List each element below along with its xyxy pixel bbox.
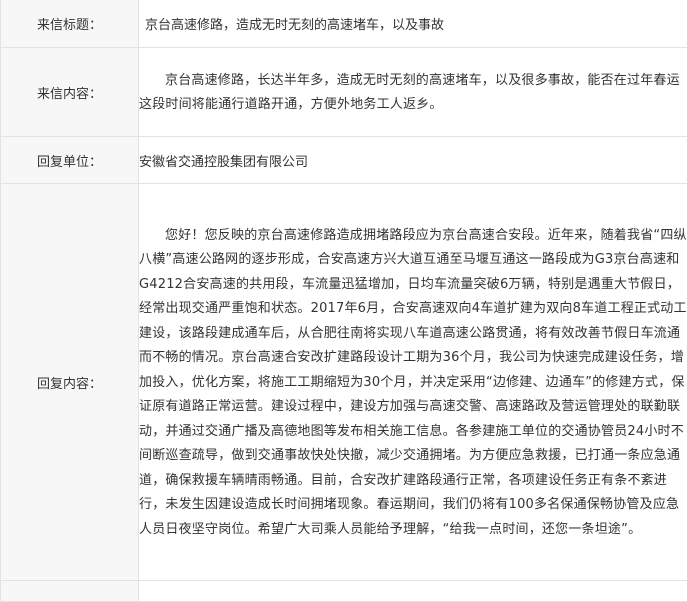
empty-row (1, 581, 687, 602)
title-label: 来信标题： (1, 0, 139, 48)
title-row: 来信标题： 京台高速修路，造成无时无刻的高速堵车，以及事故 (1, 0, 687, 48)
unit-value: 安徽省交通控股集团有限公司 (139, 137, 687, 184)
reply-cell: 您好！您反映的京台高速修路造成拥堵路段应为京台高速合安段。近年来，随着我省“四纵… (139, 184, 687, 581)
content-value: 京台高速修路，长达半年多，造成无时无刻的高速堵车，以及很多事故，能否在过年春运这… (139, 67, 687, 117)
unit-label: 回复单位： (1, 137, 139, 184)
unit-row: 回复单位： 安徽省交通控股集团有限公司 (1, 137, 687, 184)
reply-row: 回复内容： 您好！您反映的京台高速修路造成拥堵路段应为京台高速合安段。近年来，随… (1, 184, 687, 581)
content-label: 来信内容： (1, 48, 139, 137)
reply-value: 您好！您反映的京台高速修路造成拥堵路段应为京台高速合安段。近年来，随着我省“四纵… (139, 222, 687, 543)
content-row: 来信内容： 京台高速修路，长达半年多，造成无时无刻的高速堵车，以及很多事故，能否… (1, 48, 687, 137)
title-value: 京台高速修路，造成无时无刻的高速堵车，以及事故 (139, 0, 687, 48)
reply-label: 回复内容： (1, 184, 139, 581)
empty-label-cell (1, 581, 139, 602)
empty-value-cell (139, 581, 687, 602)
content-cell: 京台高速修路，长达半年多，造成无时无刻的高速堵车，以及很多事故，能否在过年春运这… (139, 48, 687, 137)
letter-detail-table: 来信标题： 京台高速修路，造成无时无刻的高速堵车，以及事故 来信内容： 京台高速… (0, 0, 687, 602)
